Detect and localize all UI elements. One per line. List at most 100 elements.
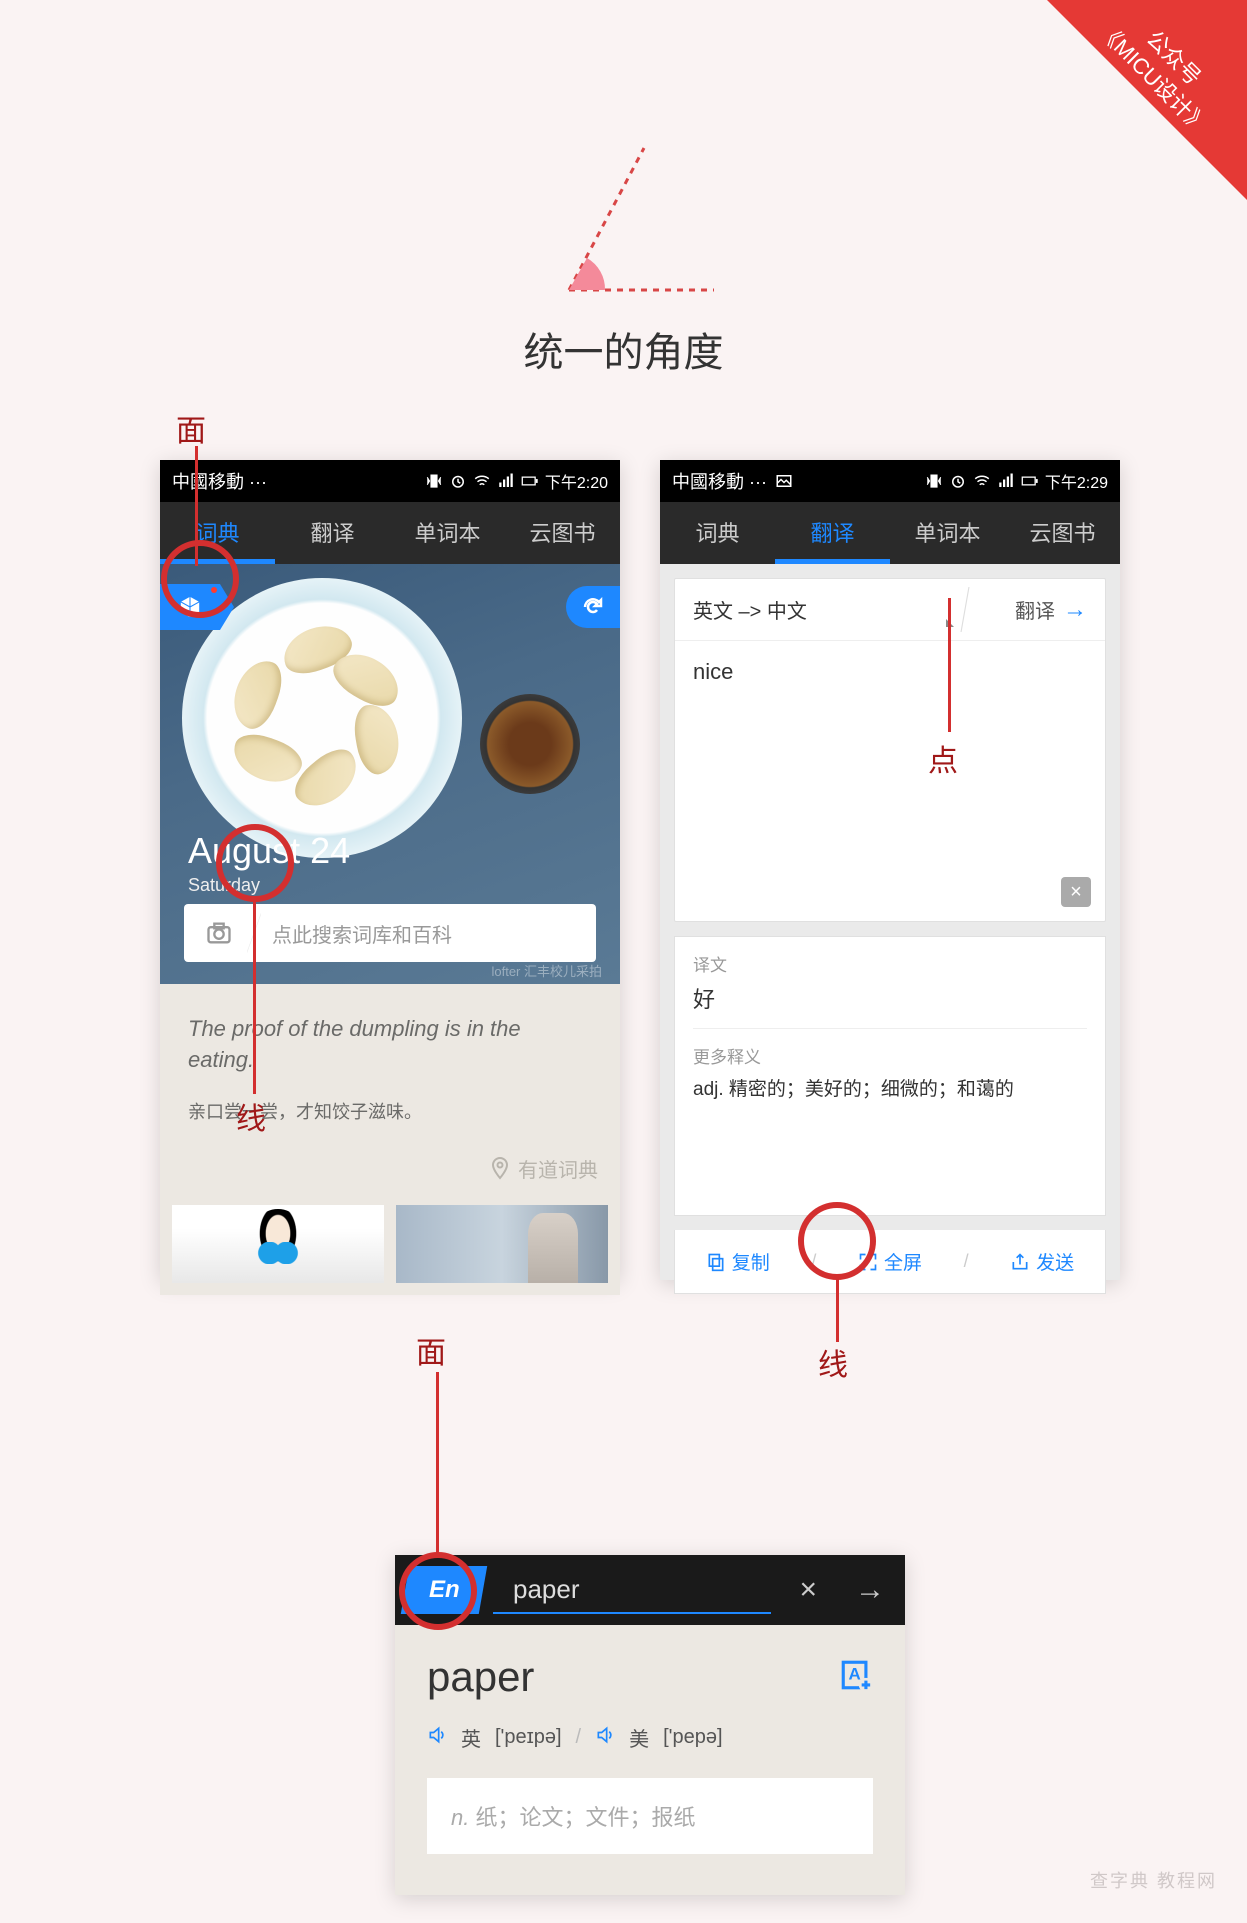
- brand-text: 有道词典: [518, 1154, 598, 1183]
- definition-card: n. 纸；论文；文件；报纸: [427, 1778, 873, 1854]
- word-body: paper A 英 ['peɪpə] / 美 ['pepə] n. 纸；论文；文…: [395, 1625, 905, 1882]
- thumbnail-row: [160, 1205, 620, 1295]
- anno-line-l1: [253, 900, 256, 1094]
- send-button[interactable]: 发送: [1010, 1248, 1074, 1275]
- vibrate-icon: [425, 472, 443, 490]
- tab-translate[interactable]: 翻译: [275, 502, 390, 561]
- translate-input[interactable]: nice ×: [675, 641, 1105, 921]
- translate-input-card: 英文 –> 中文 翻译 → nice ×: [674, 578, 1106, 922]
- more-definition: adj. 精密的；美好的；细微的；和蔼的: [693, 1074, 1087, 1101]
- dumpling: [350, 701, 404, 777]
- tab-bar: 词典 翻译 单词本 云图书: [660, 502, 1120, 564]
- status-right: 下午2:29: [925, 469, 1108, 493]
- quote-area: The proof of the dumpling is in the eati…: [160, 984, 620, 1144]
- clear-button[interactable]: ×: [781, 1573, 835, 1607]
- definition-text: 纸；论文；文件；报纸: [475, 1805, 695, 1830]
- camera-icon: [205, 919, 233, 947]
- signal-icon: [497, 472, 515, 490]
- anno-face-2: 面: [416, 1328, 446, 1372]
- headword: paper: [427, 1653, 534, 1701]
- picture-icon: [775, 472, 793, 490]
- status-carrier: 中國移動 ···: [172, 468, 267, 494]
- pron-us: ['pepə]: [663, 1726, 722, 1749]
- result-section-translation: 译文 好: [675, 937, 1105, 1028]
- wifi-icon: [473, 472, 491, 490]
- add-to-wordbook-button[interactable]: A: [839, 1658, 873, 1697]
- anno-point: 点: [928, 736, 958, 780]
- share-icon: [1010, 1252, 1030, 1272]
- speaker-uk-button[interactable]: [427, 1725, 447, 1751]
- tab-wordbook[interactable]: 单词本: [390, 502, 505, 561]
- tab-cloudbook[interactable]: 云图书: [505, 502, 620, 561]
- anno-circle-1: [161, 540, 239, 618]
- watermark: 查字典 教程网: [1090, 1867, 1217, 1893]
- tab-translate[interactable]: 翻译: [775, 502, 890, 561]
- dumpling: [227, 727, 307, 790]
- speaker-icon: [427, 1725, 447, 1745]
- copy-button[interactable]: 复制: [706, 1248, 770, 1275]
- refresh-button[interactable]: [566, 586, 620, 628]
- thumbnail-2[interactable]: [396, 1205, 608, 1283]
- anno-line-1: 线: [236, 1094, 266, 1138]
- speaker-us-button[interactable]: [595, 1725, 615, 1751]
- more-label: 更多释义: [693, 1043, 1087, 1068]
- status-right: 下午2:20: [425, 469, 608, 493]
- translate-label: 翻译: [1015, 595, 1063, 624]
- result-card: 译文 好 更多释义 adj. 精密的；美好的；细微的；和蔼的: [674, 936, 1106, 1216]
- speaker-icon: [595, 1725, 615, 1745]
- sauce-bowl: [480, 694, 580, 794]
- diagonal-separator: [955, 587, 975, 632]
- pron-us-label: 美: [629, 1723, 649, 1752]
- tab-dictionary[interactable]: 词典: [660, 502, 775, 561]
- vibrate-icon: [925, 472, 943, 490]
- wifi-icon: [973, 472, 991, 490]
- result-section-more: 更多释义 adj. 精密的；美好的；细微的；和蔼的: [675, 1029, 1105, 1115]
- angle-icon: [529, 140, 719, 300]
- battery-icon: [521, 472, 539, 490]
- tab-wordbook[interactable]: 单词本: [890, 502, 1005, 561]
- camera-button[interactable]: [184, 919, 254, 947]
- signal-icon: [997, 472, 1015, 490]
- search-input[interactable]: paper: [493, 1566, 771, 1614]
- alarm-icon: [949, 472, 967, 490]
- location-icon: [488, 1156, 512, 1180]
- add-word-icon: A: [839, 1658, 873, 1692]
- fullscreen-label: 全屏: [884, 1248, 922, 1275]
- word-row: paper A: [427, 1653, 873, 1701]
- status-bar: 中國移動 ··· 下午2:29: [660, 460, 1120, 502]
- separator: /: [576, 1726, 582, 1749]
- search-placeholder: 点此搜索词库和百科: [254, 919, 596, 948]
- search-box[interactable]: 点此搜索词库和百科: [184, 904, 596, 962]
- result-label: 译文: [693, 951, 1087, 976]
- anno-circle-4: [399, 1552, 477, 1630]
- action-bar: 复制 / 全屏 / 发送: [674, 1230, 1106, 1294]
- thumbnail-1[interactable]: [172, 1205, 384, 1283]
- phone-translate: 中國移動 ··· 下午2:29 词典 翻译 单词本 云图书 英文 –> 中文 翻…: [660, 460, 1120, 1280]
- page-title: 统一的角度: [524, 320, 724, 378]
- pron-uk: ['peɪpə]: [495, 1726, 562, 1749]
- status-time: 下午2:29: [1045, 469, 1108, 493]
- pos: n.: [451, 1805, 469, 1830]
- alarm-icon: [449, 472, 467, 490]
- anno-circle-3: [798, 1202, 876, 1280]
- anno-circle-2: [216, 824, 294, 902]
- status-time: 下午2:20: [545, 469, 608, 493]
- anno-line-2: 线: [818, 1340, 848, 1384]
- spacer: [675, 1115, 1105, 1215]
- copy-icon: [706, 1252, 726, 1272]
- tab-cloudbook[interactable]: 云图书: [1005, 502, 1120, 561]
- pronunciation-row: 英 ['peɪpə] / 美 ['pepə]: [427, 1723, 873, 1752]
- anno-line-p: [948, 598, 951, 732]
- refresh-icon: [581, 595, 605, 619]
- anno-line-l2: [836, 1278, 839, 1342]
- go-button[interactable]: →: [835, 1573, 905, 1607]
- input-text: nice: [693, 659, 733, 684]
- battery-icon: [1021, 472, 1039, 490]
- translate-button[interactable]: →: [1063, 596, 1087, 624]
- anno-face-1: 面: [176, 406, 206, 450]
- pron-uk-label: 英: [461, 1723, 481, 1752]
- clear-button[interactable]: ×: [1061, 877, 1091, 907]
- result-value: 好: [693, 982, 1087, 1014]
- hero-image: August 24 Saturday 点此搜索词库和百科 lofter 汇丰校儿…: [160, 564, 620, 984]
- brand-label: 有道词典: [160, 1144, 620, 1205]
